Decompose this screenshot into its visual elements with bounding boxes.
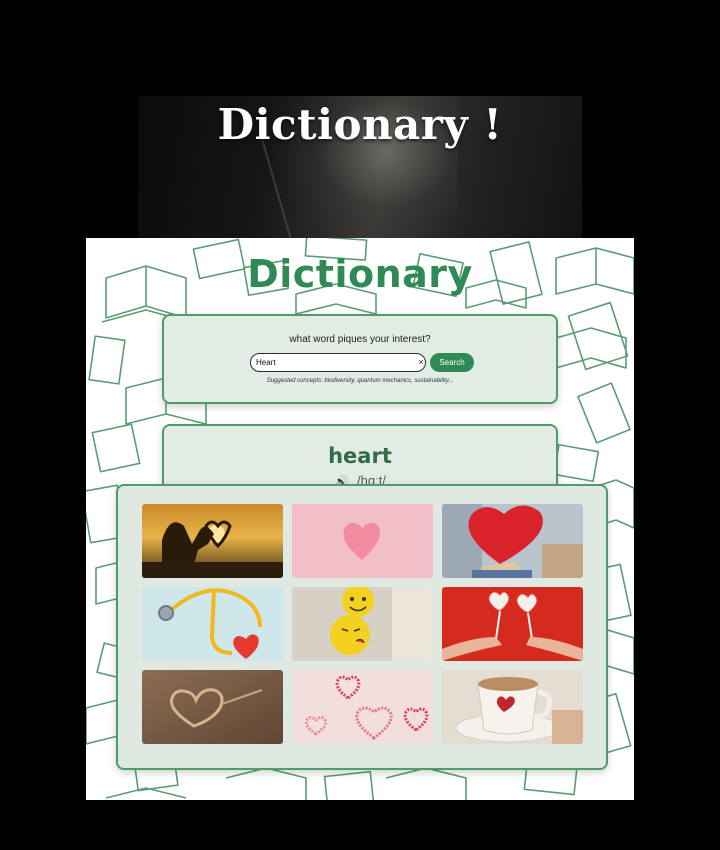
coffee-cup-heart-image[interactable]	[442, 670, 583, 744]
banner-title: Dictionary !	[217, 100, 503, 149]
image-gallery	[116, 484, 608, 770]
result-word: heart	[328, 444, 392, 468]
app-title: Dictionary	[247, 252, 473, 296]
heart-lollipops-image[interactable]	[442, 587, 583, 661]
search-card: what word piques your interest? × Search…	[162, 314, 558, 404]
sunset-heart-hands-image[interactable]	[142, 504, 283, 578]
suggested-concepts: Suggested concepts: biodiversity, quantu…	[266, 378, 454, 384]
sand-heart-image[interactable]	[142, 670, 283, 744]
stethoscope-heart-image[interactable]	[142, 587, 283, 661]
search-prompt: what word piques your interest?	[289, 334, 431, 345]
beaded-hearts-image[interactable]	[292, 670, 433, 744]
emoji-balloons-image[interactable]	[292, 587, 433, 661]
pink-felt-heart-image[interactable]	[292, 504, 433, 578]
clear-icon[interactable]: ×	[416, 357, 426, 367]
search-button[interactable]: Search	[430, 353, 474, 372]
search-input[interactable]	[250, 353, 426, 372]
dictionary-app: Dictionary what word piques your interes…	[86, 238, 634, 800]
red-heart-balloon-image[interactable]	[442, 504, 583, 578]
